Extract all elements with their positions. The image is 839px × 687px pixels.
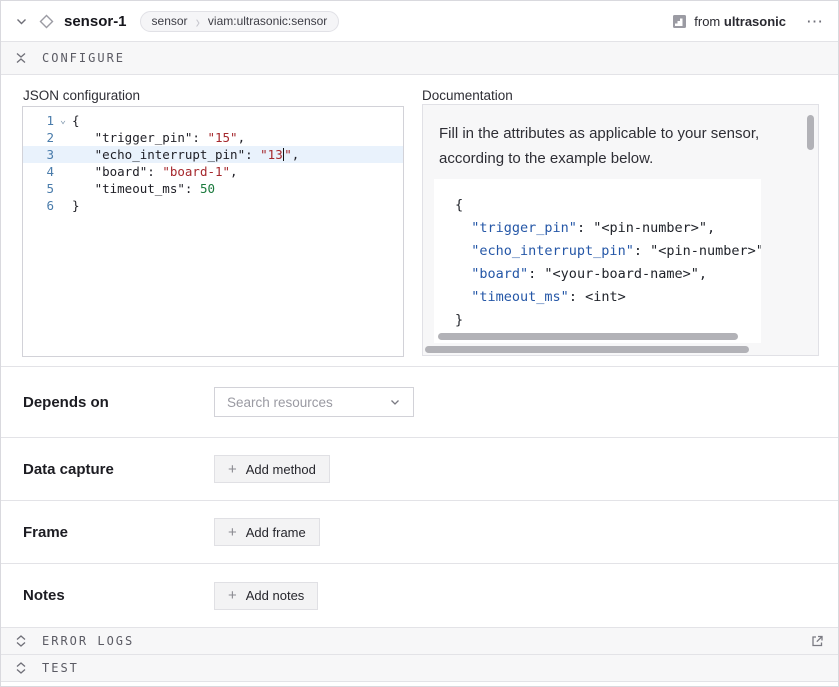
editor-line[interactable]: 5 "timeout_ms": 50: [23, 180, 403, 197]
line-number: 4: [23, 163, 54, 180]
json-key: "board": [471, 266, 528, 282]
plus-icon: +: [228, 461, 237, 478]
panel-vertical-scrollbar[interactable]: [807, 115, 814, 150]
editor-line[interactable]: 1 ⌄ {: [23, 112, 403, 129]
expand-section-icon[interactable]: [15, 635, 27, 647]
search-resources-select[interactable]: Search resources: [214, 387, 414, 417]
error-logs-section-title: ERROR LOGS: [42, 634, 134, 648]
json-editor[interactable]: 1 ⌄ { 2 "trigger_pin": "15", 3 "echo_int…: [22, 106, 404, 357]
data-capture-label: Data capture: [23, 461, 214, 478]
collapse-chevron-icon[interactable]: [15, 15, 28, 28]
documentation-code-example: { "trigger_pin": "<pin-number>", "echo_i…: [434, 179, 761, 343]
notes-row: Notes + Add notes: [1, 564, 838, 628]
collapse-section-icon[interactable]: [15, 52, 27, 64]
string-value: "15": [207, 130, 237, 145]
documentation-label: Documentation: [422, 88, 513, 103]
chevron-down-icon: [389, 396, 401, 408]
component-type-badge: sensor › viam:ultrasonic:sensor: [140, 11, 340, 32]
frame-row: Frame + Add frame: [1, 501, 838, 564]
test-section-title: TEST: [42, 661, 79, 675]
sensor-component-icon: [39, 14, 54, 29]
fold-chevron-icon[interactable]: ⌄: [54, 112, 72, 129]
frame-label: Frame: [23, 524, 214, 541]
depends-on-label: Depends on: [23, 394, 214, 411]
editor-line[interactable]: 2 "trigger_pin": "15",: [23, 129, 403, 146]
editor-active-line[interactable]: 3 "echo_interrupt_pin": "13",: [23, 146, 403, 163]
configure-section-body: JSON configuration 1 ⌄ { 2 "trigger_pin"…: [1, 75, 838, 367]
plus-icon: +: [228, 587, 237, 604]
open-in-new-icon[interactable]: [810, 634, 824, 648]
line-number: 1: [23, 112, 54, 129]
json-configuration-label: JSON configuration: [23, 88, 140, 103]
from-module-label: from ultrasonic: [694, 14, 786, 29]
notes-label: Notes: [23, 587, 214, 604]
test-section-bar[interactable]: TEST: [1, 655, 838, 682]
number-value: 50: [200, 181, 215, 196]
json-key: "echo_interrupt_pin": [471, 243, 634, 259]
configure-section-bar[interactable]: CONFIGURE: [1, 42, 838, 75]
line-number: 2: [23, 129, 54, 146]
component-header: sensor-1 sensor › viam:ultrasonic:sensor…: [1, 1, 838, 42]
depends-on-row: Depends on Search resources: [1, 367, 838, 438]
select-placeholder: Search resources: [227, 395, 333, 410]
line-number: 6: [23, 197, 54, 214]
json-key: "trigger_pin": [471, 220, 577, 236]
model-badge-label: viam:ultrasonic:sensor: [208, 14, 327, 28]
type-badge-label: sensor: [152, 14, 188, 28]
line-number: 5: [23, 180, 54, 197]
component-title: sensor-1: [64, 13, 127, 30]
documentation-intro: Fill in the attributes as applicable to …: [439, 121, 759, 171]
add-notes-button[interactable]: + Add notes: [214, 582, 318, 610]
error-logs-section-bar[interactable]: ERROR LOGS: [1, 628, 838, 655]
json-key: "timeout_ms": [471, 289, 569, 305]
more-menu-icon[interactable]: ⋯: [806, 13, 824, 30]
editor-line[interactable]: 6 }: [23, 197, 403, 214]
string-value: "board-1": [162, 164, 230, 179]
plus-icon: +: [228, 524, 237, 541]
data-capture-row: Data capture + Add method: [1, 438, 838, 501]
add-method-button[interactable]: + Add method: [214, 455, 330, 483]
code-horizontal-scrollbar[interactable]: [438, 333, 738, 340]
add-frame-button[interactable]: + Add frame: [214, 518, 320, 546]
string-value: "13: [260, 147, 283, 162]
module-icon: [673, 15, 686, 28]
editor-line[interactable]: 4 "board": "board-1",: [23, 163, 403, 180]
configure-section-title: CONFIGURE: [42, 51, 125, 65]
module-name: ultrasonic: [724, 14, 786, 29]
documentation-panel: Fill in the attributes as applicable to …: [422, 104, 819, 356]
line-number: 3: [23, 146, 54, 163]
expand-section-icon[interactable]: [15, 662, 27, 674]
component-card: sensor-1 sensor › viam:ultrasonic:sensor…: [0, 0, 839, 687]
breadcrumb-chevron-icon: ›: [196, 12, 200, 30]
panel-horizontal-scrollbar[interactable]: [425, 346, 749, 353]
